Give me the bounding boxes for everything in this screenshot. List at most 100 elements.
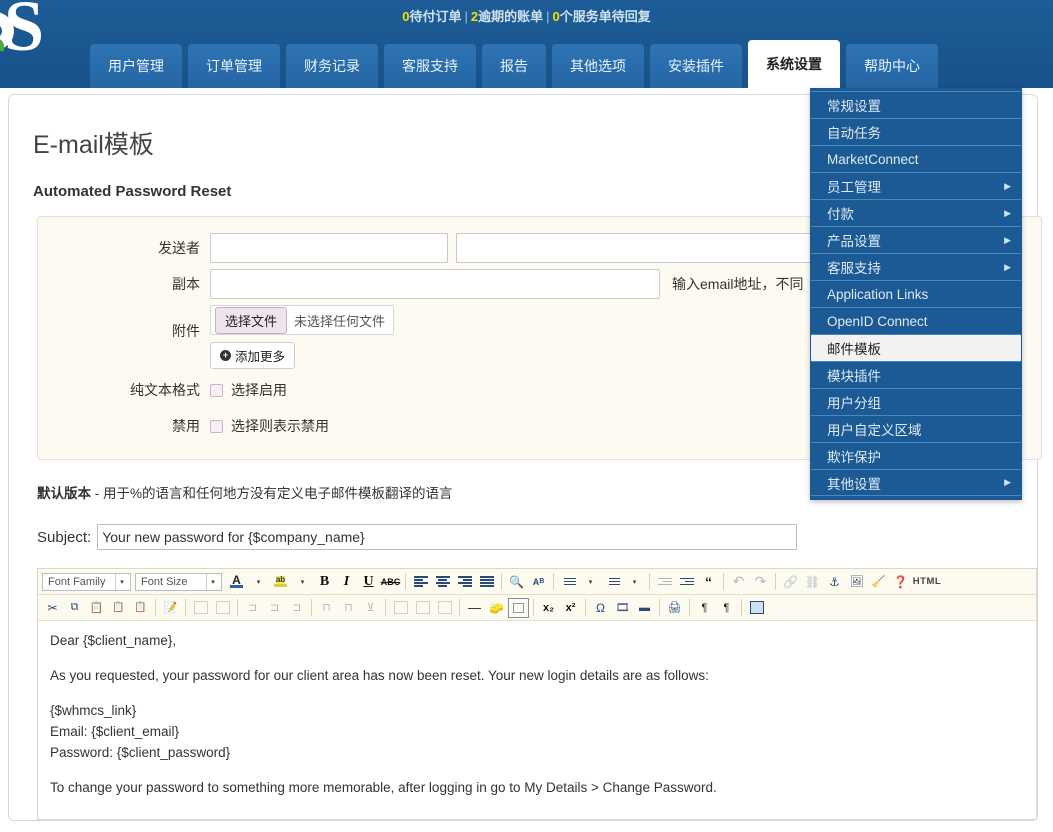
body-greeting: Dear {$client_name},: [50, 633, 177, 648]
tickets-label[interactable]: 个服务单待回复: [560, 9, 651, 24]
pending-orders-label[interactable]: 待付订单: [409, 9, 461, 24]
table-icon[interactable]: [190, 598, 211, 618]
superscript-icon[interactable]: x²: [560, 598, 581, 618]
nav-tab-5[interactable]: 其他选项: [552, 44, 644, 88]
table-properties-icon[interactable]: [212, 598, 233, 618]
toolbar-divider: [459, 599, 460, 616]
delete-column-icon[interactable]: ⊻: [360, 598, 381, 618]
find-replace-icon[interactable]: AB: [528, 572, 549, 592]
dropdown-item-9[interactable]: 邮件模板: [811, 334, 1021, 361]
page-break-icon[interactable]: ▬: [634, 598, 655, 618]
nav-tab-0[interactable]: 用户管理: [90, 44, 182, 88]
align-left-icon[interactable]: [410, 572, 431, 592]
redo-icon[interactable]: ↷: [750, 572, 771, 592]
horizontal-rule-icon[interactable]: —: [464, 598, 485, 618]
merge-cells-icon[interactable]: [412, 598, 433, 618]
dropdown-item-0[interactable]: 常规设置: [811, 91, 1021, 118]
add-more-button[interactable]: + 添加更多: [210, 342, 296, 369]
insert-column-after-icon[interactable]: ⊓: [338, 598, 359, 618]
nav-tab-6[interactable]: 安装插件: [650, 44, 742, 88]
help-icon[interactable]: ❓: [890, 572, 911, 592]
align-justify-icon[interactable]: [476, 572, 497, 592]
dropdown-item-3[interactable]: 员工管理 ▶: [811, 172, 1021, 199]
insert-link-icon[interactable]: 🔗: [780, 572, 801, 592]
font-size-select[interactable]: Font Size ▾: [135, 572, 222, 591]
numbered-list-dropdown[interactable]: ▾: [624, 572, 645, 592]
bullet-list-icon[interactable]: [558, 572, 579, 592]
cut-icon[interactable]: ✂: [42, 598, 63, 618]
strikethrough-icon[interactable]: ABC: [380, 572, 401, 592]
special-character-icon[interactable]: Ω: [590, 598, 611, 618]
background-color-icon[interactable]: ab: [270, 572, 291, 592]
email-body-editor[interactable]: Dear {$client_name}, As you requested, y…: [38, 621, 1036, 819]
insert-image-icon[interactable]: 🖼: [846, 572, 867, 592]
undo-icon[interactable]: ↶: [728, 572, 749, 592]
dropdown-item-5[interactable]: 产品设置 ▶: [811, 226, 1021, 253]
delete-row-icon[interactable]: [434, 598, 455, 618]
row-properties-icon[interactable]: ⊐: [242, 598, 263, 618]
nav-tab-3[interactable]: 客服支持: [384, 44, 476, 88]
text-color-dropdown[interactable]: ▾: [248, 572, 269, 592]
dropdown-item-6[interactable]: 客服支持 ▶: [811, 253, 1021, 280]
insert-media-icon[interactable]: 🎞: [612, 598, 633, 618]
nav-tab-4[interactable]: 报告: [482, 44, 546, 88]
cc-input[interactable]: [210, 269, 660, 299]
rtl-icon[interactable]: ¶: [716, 598, 737, 618]
anchor-icon[interactable]: ⚓: [824, 572, 845, 592]
paste-text-icon[interactable]: 📋: [108, 598, 129, 618]
font-family-select[interactable]: Font Family ▾: [42, 572, 131, 591]
remove-format-icon[interactable]: 🧽: [486, 598, 507, 618]
dropdown-item-13[interactable]: 欺诈保护: [811, 442, 1021, 469]
align-right-icon[interactable]: [454, 572, 475, 592]
sender-email-input[interactable]: [456, 233, 821, 263]
dropdown-item-14[interactable]: 其他设置 ▶: [811, 469, 1021, 496]
italic-icon[interactable]: I: [336, 572, 357, 592]
find-icon[interactable]: 🔍: [506, 572, 527, 592]
html-source-icon[interactable]: HTML: [912, 572, 942, 592]
fullscreen-icon[interactable]: [746, 598, 767, 618]
outdent-icon[interactable]: [654, 572, 675, 592]
dropdown-item-4[interactable]: 付款 ▶: [811, 199, 1021, 226]
nav-tab-8[interactable]: 帮助中心: [846, 44, 938, 88]
disable-checkbox[interactable]: [210, 419, 223, 433]
dropdown-item-11[interactable]: 用户分组: [811, 388, 1021, 415]
insert-column-before-icon[interactable]: ⊓: [316, 598, 337, 618]
insert-row-after-icon[interactable]: ⊐: [286, 598, 307, 618]
numbered-list-icon[interactable]: [602, 572, 623, 592]
dropdown-item-10[interactable]: 模块插件: [811, 361, 1021, 388]
sender-name-input[interactable]: [210, 233, 448, 263]
choose-file-button[interactable]: 选择文件: [215, 306, 288, 334]
ltr-icon[interactable]: ¶: [694, 598, 715, 618]
underline-icon[interactable]: U: [358, 572, 379, 592]
cleanup-icon[interactable]: 🧹: [868, 572, 889, 592]
file-picker[interactable]: 选择文件 未选择任何文件: [210, 305, 395, 335]
nav-tab-1[interactable]: 订单管理: [188, 44, 280, 88]
subject-input[interactable]: [97, 524, 798, 550]
unlink-icon[interactable]: ⛓: [802, 572, 823, 592]
overdue-label[interactable]: 逾期的账单: [478, 9, 543, 24]
copy-icon[interactable]: ⧉: [64, 598, 85, 618]
bullet-list-dropdown[interactable]: ▾: [580, 572, 601, 592]
plaintext-checkbox[interactable]: [210, 383, 223, 397]
dropdown-item-12[interactable]: 用户自定义区域: [811, 415, 1021, 442]
dropdown-item-1[interactable]: 自动任务: [811, 118, 1021, 145]
nav-tab-2[interactable]: 财务记录: [286, 44, 378, 88]
subscript-icon[interactable]: x₂: [538, 598, 559, 618]
dropdown-item-8[interactable]: OpenID Connect: [811, 307, 1021, 334]
print-icon[interactable]: 🖨: [664, 598, 685, 618]
visual-aid-icon[interactable]: [508, 597, 529, 618]
paste-icon[interactable]: 📋: [86, 598, 107, 618]
insert-row-before-icon[interactable]: ⊐: [264, 598, 285, 618]
split-cells-icon[interactable]: [390, 598, 411, 618]
paste-word-icon[interactable]: 📋: [130, 598, 151, 618]
dropdown-item-2[interactable]: MarketConnect: [811, 145, 1021, 172]
background-color-dropdown[interactable]: ▾: [292, 572, 313, 592]
dropdown-item-7[interactable]: Application Links: [811, 280, 1021, 307]
blockquote-icon[interactable]: “: [698, 572, 719, 592]
edit-css-icon[interactable]: 📝: [160, 598, 181, 618]
indent-icon[interactable]: [676, 572, 697, 592]
text-color-icon[interactable]: A: [226, 572, 247, 592]
align-center-icon[interactable]: [432, 572, 453, 592]
nav-tab-7[interactable]: 系统设置: [748, 40, 840, 88]
bold-icon[interactable]: B: [314, 572, 335, 592]
